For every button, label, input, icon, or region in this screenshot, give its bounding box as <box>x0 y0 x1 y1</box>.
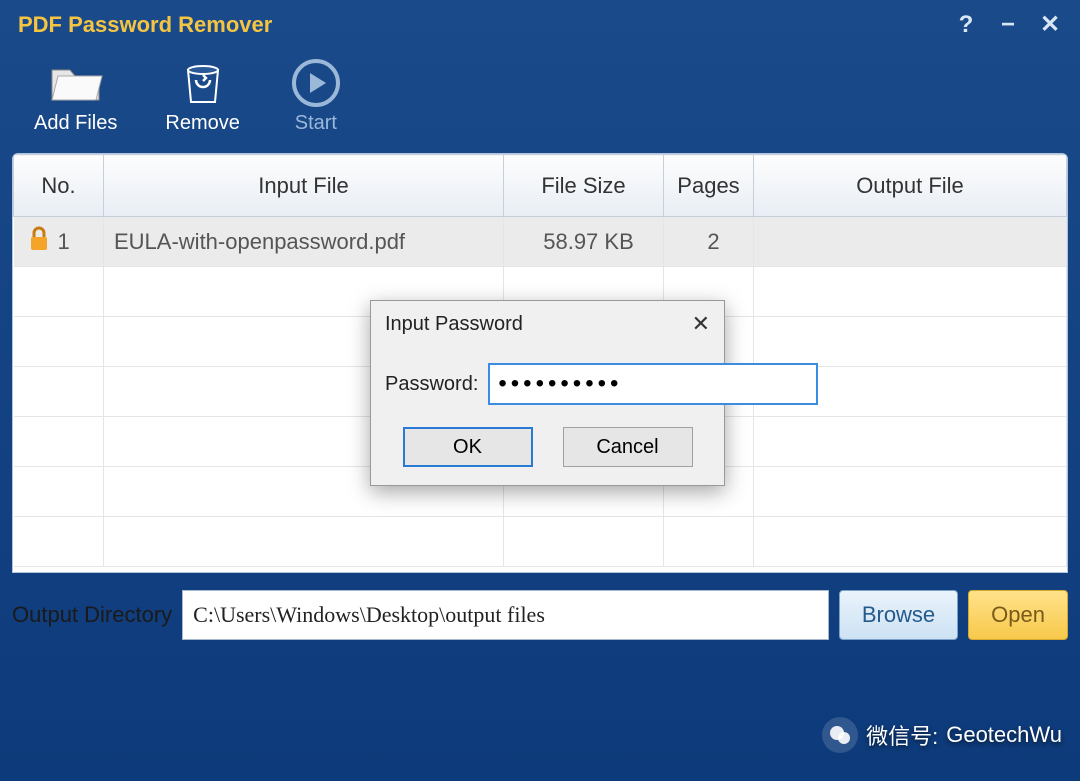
table-row[interactable]: 1 EULA-with-openpassword.pdf 58.97 KB 2 <box>14 217 1067 267</box>
play-icon <box>288 60 344 106</box>
ok-button[interactable]: OK <box>403 427 533 467</box>
start-label: Start <box>295 112 337 135</box>
output-directory-label: Output Directory <box>12 602 172 628</box>
browse-button[interactable]: Browse <box>839 590 958 640</box>
password-dialog: Input Password ✕ Password: OK Cancel <box>370 300 725 486</box>
app-title: PDF Password Remover <box>18 12 272 38</box>
col-header-input[interactable]: Input File <box>104 155 504 217</box>
recycle-bin-icon <box>175 60 231 106</box>
minimize-button[interactable]: − <box>996 13 1020 37</box>
col-header-pages[interactable]: Pages <box>664 155 754 217</box>
col-header-no[interactable]: No. <box>14 155 104 217</box>
row-pages: 2 <box>664 217 754 267</box>
open-button[interactable]: Open <box>968 590 1068 640</box>
lock-icon <box>28 226 50 258</box>
col-header-size[interactable]: File Size <box>504 155 664 217</box>
help-button[interactable]: ? <box>954 13 978 37</box>
row-no: 1 <box>58 229 70 255</box>
output-panel: Output Directory Browse Open <box>12 585 1068 645</box>
watermark: 微信号: GeotechWu <box>822 717 1062 753</box>
remove-button[interactable]: Remove <box>165 60 239 135</box>
remove-label: Remove <box>165 112 239 135</box>
table-row[interactable] <box>14 517 1067 567</box>
password-input[interactable] <box>488 363 818 405</box>
row-output <box>754 217 1067 267</box>
titlebar: PDF Password Remover ? − ✕ <box>0 0 1080 46</box>
toolbar: Add Files Remove Start <box>0 46 1080 153</box>
row-input-file: EULA-with-openpassword.pdf <box>104 217 504 267</box>
dialog-close-icon[interactable]: ✕ <box>692 311 710 337</box>
row-file-size: 58.97 KB <box>504 217 664 267</box>
watermark-id: GeotechWu <box>946 722 1062 748</box>
add-files-button[interactable]: Add Files <box>34 60 117 135</box>
output-path-input[interactable] <box>182 590 829 640</box>
start-button[interactable]: Start <box>288 60 344 135</box>
cancel-button[interactable]: Cancel <box>563 427 693 467</box>
watermark-label: 微信号: <box>866 719 938 751</box>
password-label: Password: <box>385 373 478 396</box>
window-controls: ? − ✕ <box>954 13 1062 37</box>
dialog-title: Input Password <box>385 313 523 336</box>
folder-open-icon <box>48 60 104 106</box>
col-header-output[interactable]: Output File <box>754 155 1067 217</box>
add-files-label: Add Files <box>34 112 117 135</box>
wechat-icon <box>822 717 858 753</box>
close-button[interactable]: ✕ <box>1038 13 1062 37</box>
